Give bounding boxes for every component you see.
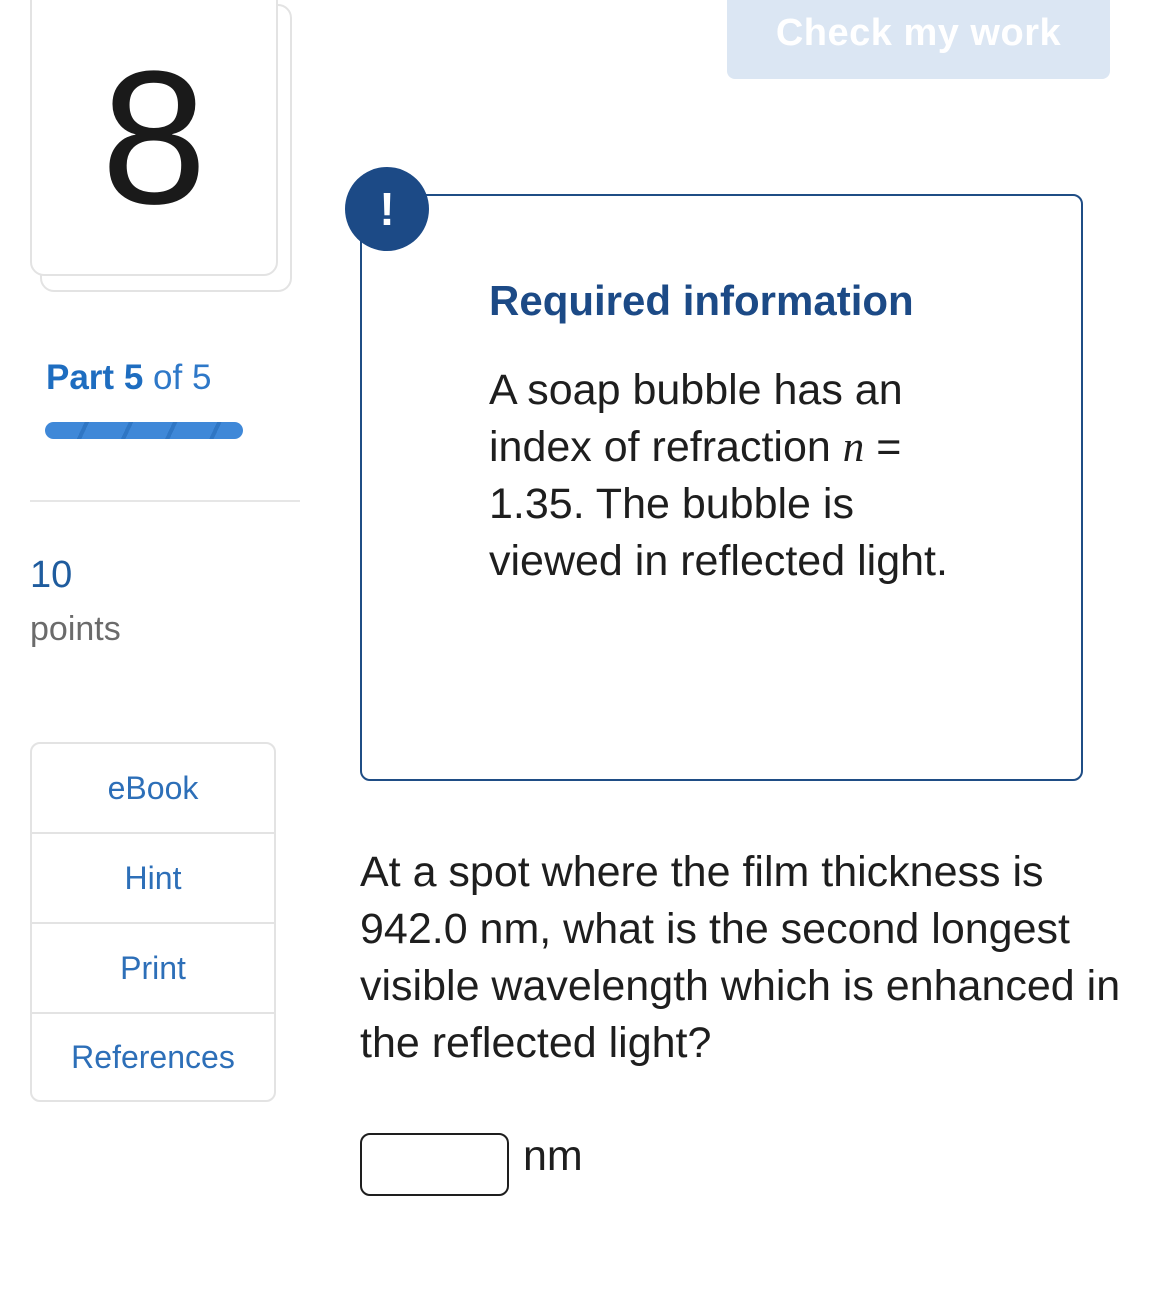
hint-button[interactable]: Hint [32, 834, 274, 924]
points-value: 10 [30, 554, 73, 596]
tools-panel: eBook Hint Print References [30, 742, 276, 1102]
part-of-total: of 5 [153, 358, 212, 397]
answer-input[interactable] [360, 1133, 509, 1196]
answer-unit: nm [523, 1132, 583, 1180]
question-prompt: At a spot where the film thickness is 94… [360, 848, 1121, 1067]
sidebar-divider [30, 500, 300, 502]
part-progress-bar [45, 422, 243, 439]
check-my-work-button[interactable]: Check my work [727, 0, 1110, 79]
points-label: points [30, 610, 121, 648]
references-button[interactable]: References [32, 1014, 274, 1100]
question-number: 8 [101, 32, 207, 244]
question-number-card: 8 [30, 0, 278, 276]
part-indicator: Part 5 of 5 [46, 358, 211, 398]
info-text-before: A soap bubble has an index of refraction [489, 366, 903, 471]
print-button[interactable]: Print [32, 924, 274, 1014]
part-current: 5 [123, 358, 144, 397]
index-variable: n [842, 424, 865, 471]
part-progress-fill [45, 422, 243, 439]
ebook-button[interactable]: eBook [32, 744, 274, 834]
required-information-title: Required information [489, 277, 914, 324]
alert-icon: ! [345, 167, 429, 251]
part-word: Part [46, 358, 115, 397]
required-information-text: A soap bubble has an index of refraction… [489, 362, 969, 590]
